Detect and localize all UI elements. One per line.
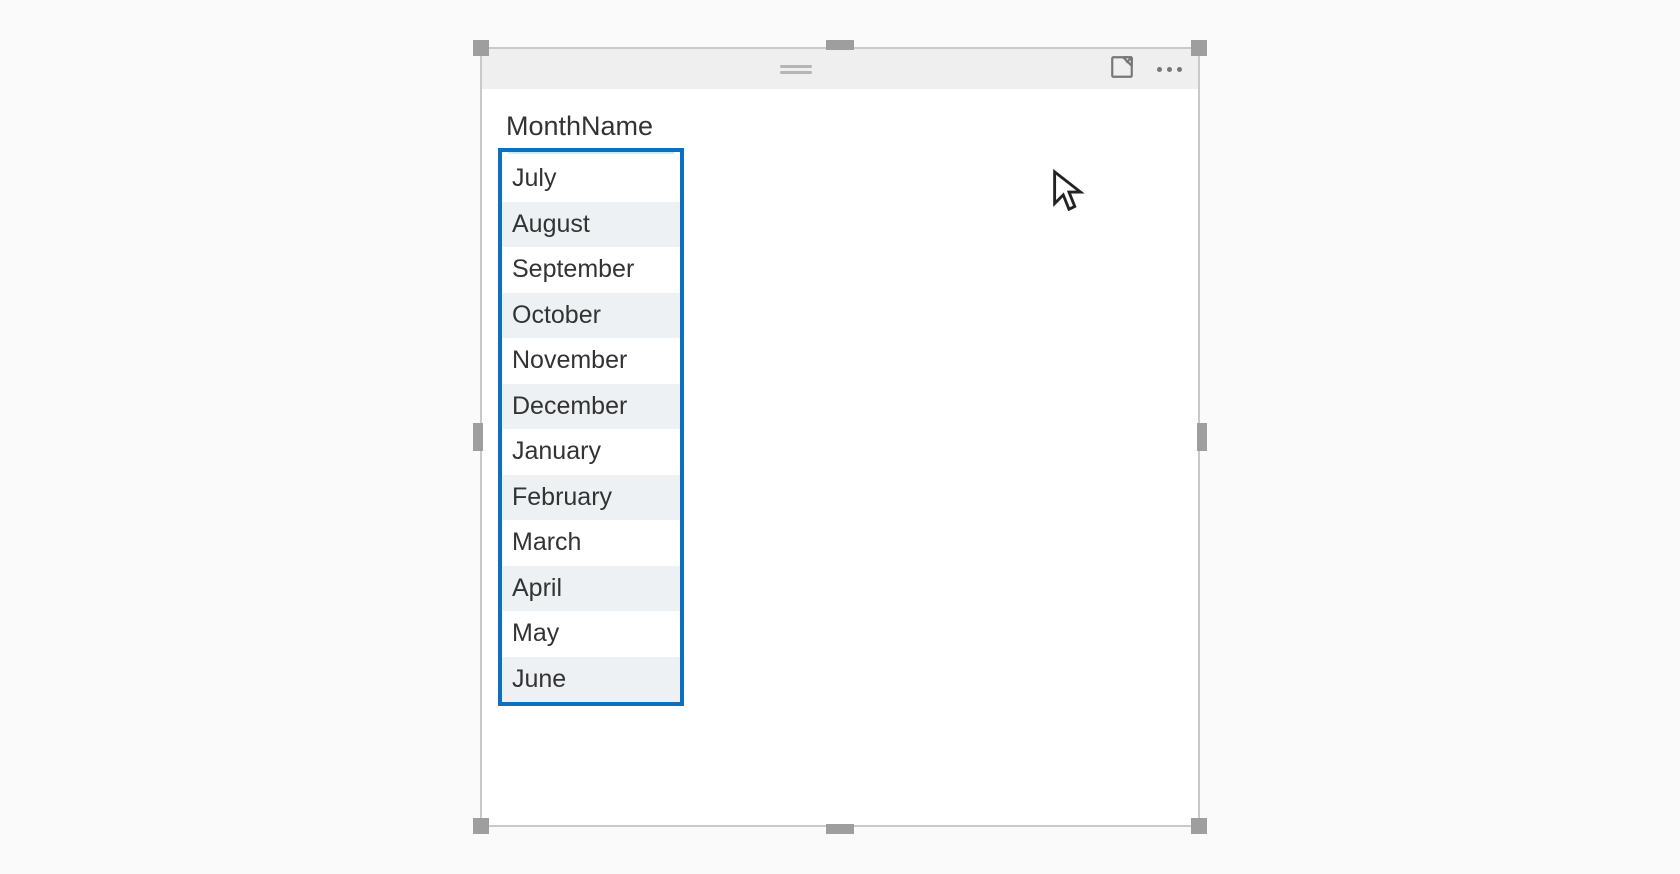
resize-handle-top-center[interactable]	[826, 40, 854, 50]
table-row[interactable]: April	[502, 566, 680, 612]
table-row[interactable]: October	[502, 293, 680, 339]
table-row[interactable]: July	[502, 156, 680, 202]
table-row[interactable]: March	[502, 520, 680, 566]
table-row[interactable]: December	[502, 384, 680, 430]
resize-handle-top-right[interactable]	[1191, 40, 1207, 56]
drag-handle-icon[interactable]	[482, 49, 1109, 89]
table-row[interactable]: November	[502, 338, 680, 384]
header-underline	[508, 152, 674, 154]
table-row[interactable]: September	[502, 247, 680, 293]
resize-handle-middle-right[interactable]	[1197, 423, 1207, 451]
resize-handle-bottom-left[interactable]	[473, 818, 489, 834]
table-highlight-box: July August September October November D…	[498, 148, 684, 706]
table-row[interactable]: February	[502, 475, 680, 521]
resize-handle-bottom-center[interactable]	[826, 824, 854, 834]
focus-mode-icon[interactable]	[1109, 54, 1135, 85]
table-row[interactable]: January	[502, 429, 680, 475]
more-options-icon[interactable]	[1153, 61, 1186, 78]
visual-container[interactable]: MonthName July August September October …	[480, 47, 1200, 827]
resize-handle-bottom-right[interactable]	[1191, 818, 1207, 834]
resize-handle-top-left[interactable]	[473, 40, 489, 56]
table-row[interactable]: May	[502, 611, 680, 657]
resize-handle-middle-left[interactable]	[473, 423, 483, 451]
visual-header-actions	[1109, 54, 1186, 85]
visual-body: MonthName July August September October …	[482, 89, 1198, 726]
table-column-header[interactable]: MonthName	[498, 109, 684, 144]
table-row[interactable]: June	[502, 657, 680, 703]
visual-header	[482, 49, 1198, 89]
table-row[interactable]: August	[502, 202, 680, 248]
